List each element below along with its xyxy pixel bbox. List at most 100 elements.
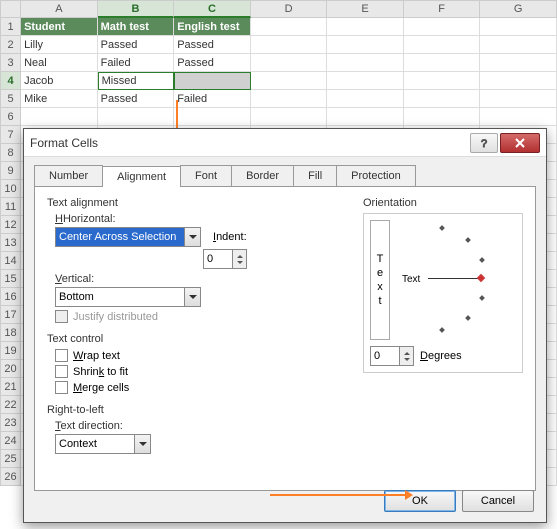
cell[interactable]: Neal — [21, 54, 98, 72]
row-header[interactable]: 16 — [0, 288, 21, 306]
row-header[interactable]: 24 — [0, 432, 21, 450]
col-header-c[interactable]: C — [174, 0, 251, 18]
col-header-f[interactable]: F — [404, 0, 481, 18]
help-button[interactable]: ? — [470, 133, 498, 153]
cell[interactable] — [327, 90, 404, 108]
cell[interactable] — [251, 108, 328, 126]
horizontal-dropdown[interactable] — [55, 227, 185, 247]
cell[interactable] — [174, 108, 251, 126]
tab-protection[interactable]: Protection — [336, 165, 416, 186]
cell[interactable] — [480, 36, 557, 54]
cell[interactable]: Passed — [174, 36, 251, 54]
cell[interactable]: Failed — [98, 54, 175, 72]
cell[interactable] — [404, 90, 481, 108]
row-header[interactable]: 17 — [0, 306, 21, 324]
cell[interactable] — [327, 108, 404, 126]
cell[interactable] — [480, 54, 557, 72]
row-header[interactable]: 9 — [0, 162, 21, 180]
cell[interactable] — [327, 36, 404, 54]
cell[interactable] — [251, 36, 328, 54]
horizontal-dropdown-button[interactable] — [185, 227, 201, 247]
cell[interactable]: Missed — [98, 72, 175, 90]
row-header[interactable]: 13 — [0, 234, 21, 252]
row-header[interactable]: 4 — [0, 72, 21, 90]
close-button[interactable] — [500, 133, 540, 153]
col-header-b[interactable]: B — [98, 0, 175, 18]
row-header[interactable]: 20 — [0, 360, 21, 378]
tab-number[interactable]: Number — [34, 165, 103, 186]
row-header[interactable]: 8 — [0, 144, 21, 162]
row-header[interactable]: 22 — [0, 396, 21, 414]
vertical-dropdown[interactable] — [55, 287, 185, 307]
row-header[interactable]: 14 — [0, 252, 21, 270]
cell[interactable] — [251, 18, 328, 36]
select-all-corner[interactable] — [0, 0, 21, 18]
row-header[interactable]: 18 — [0, 324, 21, 342]
cell[interactable] — [404, 72, 481, 90]
cell[interactable] — [404, 54, 481, 72]
row-header[interactable]: 15 — [0, 270, 21, 288]
wrap-text-checkbox[interactable]: Wrap text — [55, 349, 363, 362]
cell[interactable] — [251, 72, 328, 90]
cell[interactable]: Passed — [98, 90, 175, 108]
orientation-vertical-text[interactable]: T e x t — [370, 220, 390, 340]
row-header[interactable]: 1 — [0, 18, 21, 36]
degrees-input[interactable] — [370, 346, 400, 366]
cell[interactable] — [98, 108, 175, 126]
orientation-handle[interactable] — [477, 274, 485, 282]
cell[interactable]: Math test — [98, 18, 175, 36]
cell[interactable] — [251, 54, 328, 72]
row-header[interactable]: 2 — [0, 36, 21, 54]
row-header[interactable]: 3 — [0, 54, 21, 72]
vertical-dropdown-button[interactable] — [185, 287, 201, 307]
merge-cells-checkbox[interactable]: Merge cells — [55, 381, 363, 394]
row-header[interactable]: 7 — [0, 126, 21, 144]
row-header[interactable]: 25 — [0, 450, 21, 468]
cell[interactable] — [251, 90, 328, 108]
col-header-a[interactable]: A — [21, 0, 98, 18]
cell[interactable] — [404, 36, 481, 54]
degrees-spinner[interactable] — [400, 346, 414, 366]
row-header[interactable]: 19 — [0, 342, 21, 360]
cell[interactable] — [480, 72, 557, 90]
cell[interactable]: Failed — [174, 90, 251, 108]
cell[interactable]: Student — [21, 18, 98, 36]
col-header-e[interactable]: E — [327, 0, 404, 18]
indent-spinner[interactable] — [233, 249, 247, 269]
cell[interactable] — [327, 54, 404, 72]
col-header-d[interactable]: D — [251, 0, 328, 18]
row-header[interactable]: 6 — [0, 108, 21, 126]
cell[interactable]: Lilly — [21, 36, 98, 54]
row-header[interactable]: 11 — [0, 198, 21, 216]
cell[interactable] — [480, 18, 557, 36]
cancel-button[interactable]: Cancel — [462, 490, 534, 512]
tab-alignment[interactable]: Alignment — [102, 166, 181, 187]
row-header[interactable]: 26 — [0, 468, 21, 486]
tab-font[interactable]: Font — [180, 165, 232, 186]
titlebar[interactable]: Format Cells ? — [24, 129, 546, 157]
row-header[interactable]: 23 — [0, 414, 21, 432]
indent-input[interactable] — [203, 249, 233, 269]
cell[interactable]: Passed — [174, 54, 251, 72]
row-header[interactable]: 12 — [0, 216, 21, 234]
cell[interactable] — [327, 72, 404, 90]
cell[interactable] — [404, 108, 481, 126]
cell[interactable]: Passed — [98, 36, 175, 54]
shrink-to-fit-checkbox[interactable]: Shrink to fit — [55, 365, 363, 378]
cell[interactable]: English test — [174, 18, 251, 36]
text-direction-dropdown[interactable] — [55, 434, 135, 454]
cell[interactable] — [21, 108, 98, 126]
tab-fill[interactable]: Fill — [293, 165, 337, 186]
cell[interactable]: Mike — [21, 90, 98, 108]
cell[interactable] — [327, 18, 404, 36]
row-header[interactable]: 10 — [0, 180, 21, 198]
cell[interactable] — [404, 18, 481, 36]
cell[interactable] — [480, 108, 557, 126]
col-header-g[interactable]: G — [480, 0, 557, 18]
row-header[interactable]: 5 — [0, 90, 21, 108]
cell[interactable] — [174, 72, 251, 90]
cell[interactable]: Jacob — [21, 72, 98, 90]
orientation-dial[interactable]: Text — [396, 220, 516, 340]
cell[interactable] — [480, 90, 557, 108]
text-direction-dropdown-button[interactable] — [135, 434, 151, 454]
